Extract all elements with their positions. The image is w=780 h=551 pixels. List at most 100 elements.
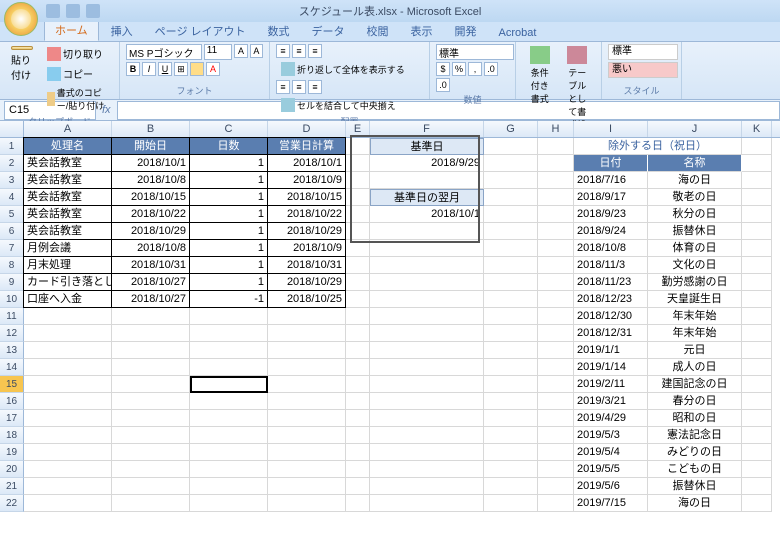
col-header-A[interactable]: A <box>24 121 112 137</box>
cell[interactable] <box>346 223 370 240</box>
merge-center-button[interactable]: セルを結合して中央揃え <box>276 96 401 114</box>
cell[interactable] <box>268 495 346 512</box>
office-button[interactable] <box>4 2 38 36</box>
cell[interactable] <box>484 291 538 308</box>
cell[interactable]: 振替休日 <box>648 223 742 240</box>
cell[interactable]: 2019/1/14 <box>574 359 648 376</box>
cell-style-bad[interactable]: 悪い <box>608 62 678 78</box>
cell[interactable]: 2018/10/22 <box>112 206 190 223</box>
row-header-5[interactable]: 5 <box>0 206 24 223</box>
cell[interactable] <box>268 325 346 342</box>
row-header-21[interactable]: 21 <box>0 478 24 495</box>
cell[interactable] <box>190 376 268 393</box>
tab-2[interactable]: ページ レイアウト <box>145 20 256 41</box>
cell[interactable]: 日付 <box>574 155 648 172</box>
cell[interactable] <box>484 223 538 240</box>
cell[interactable] <box>190 393 268 410</box>
cell[interactable] <box>346 257 370 274</box>
cell[interactable] <box>538 359 574 376</box>
cell[interactable] <box>742 291 772 308</box>
format-painter-button[interactable]: 書式のコピー/貼り付け <box>42 84 113 114</box>
cell[interactable] <box>24 410 112 427</box>
row-header-4[interactable]: 4 <box>0 189 24 206</box>
cell[interactable] <box>742 274 772 291</box>
cell[interactable] <box>742 478 772 495</box>
cell[interactable] <box>484 189 538 206</box>
cell[interactable] <box>742 427 772 444</box>
cell[interactable] <box>742 461 772 478</box>
cell[interactable] <box>346 189 370 206</box>
tab-5[interactable]: 校閲 <box>357 20 399 41</box>
cell[interactable] <box>742 308 772 325</box>
cell[interactable] <box>24 444 112 461</box>
cell[interactable] <box>268 410 346 427</box>
cell[interactable] <box>346 308 370 325</box>
cell[interactable] <box>112 410 190 427</box>
cell[interactable]: 2019/1/1 <box>574 342 648 359</box>
cell[interactable] <box>370 240 484 257</box>
cell[interactable] <box>346 172 370 189</box>
cell[interactable] <box>268 478 346 495</box>
bold-button[interactable]: B <box>126 62 140 76</box>
cell[interactable]: 2018/10/29 <box>112 223 190 240</box>
cell[interactable]: 除外する日（祝日） <box>574 138 742 155</box>
row-header-7[interactable]: 7 <box>0 240 24 257</box>
cell[interactable] <box>24 393 112 410</box>
cell[interactable]: 1 <box>190 274 268 291</box>
cell[interactable] <box>268 427 346 444</box>
cell[interactable] <box>346 427 370 444</box>
cell[interactable]: 英会話教室 <box>24 206 112 223</box>
cell[interactable]: 2019/3/21 <box>574 393 648 410</box>
cell[interactable]: 2018/10/15 <box>268 189 346 206</box>
row-header-2[interactable]: 2 <box>0 155 24 172</box>
wrap-text-button[interactable]: 折り返して全体を表示する <box>276 60 410 78</box>
row-header-1[interactable]: 1 <box>0 138 24 155</box>
cell[interactable] <box>346 206 370 223</box>
tab-7[interactable]: 開発 <box>445 20 487 41</box>
save-icon[interactable] <box>46 4 60 18</box>
cell[interactable]: 1 <box>190 189 268 206</box>
cell[interactable] <box>370 223 484 240</box>
cell[interactable]: 2018/10/9 <box>268 172 346 189</box>
cell[interactable]: 英会話教室 <box>24 155 112 172</box>
col-header-G[interactable]: G <box>484 121 538 137</box>
comma-button[interactable]: , <box>468 62 482 76</box>
cell[interactable] <box>268 376 346 393</box>
cell[interactable]: 2018/10/1 <box>112 155 190 172</box>
cell[interactable] <box>742 257 772 274</box>
cell[interactable]: 2018/9/24 <box>574 223 648 240</box>
cell[interactable]: 2019/5/6 <box>574 478 648 495</box>
cell[interactable] <box>190 308 268 325</box>
cell[interactable] <box>346 274 370 291</box>
cell[interactable] <box>370 478 484 495</box>
cell[interactable]: 2018/10/31 <box>268 257 346 274</box>
decrease-decimal-button[interactable]: .0 <box>436 78 450 92</box>
row-header-12[interactable]: 12 <box>0 325 24 342</box>
cell[interactable] <box>112 376 190 393</box>
cell[interactable] <box>742 189 772 206</box>
cell[interactable]: みどりの日 <box>648 444 742 461</box>
cell[interactable] <box>268 308 346 325</box>
row-header-19[interactable]: 19 <box>0 444 24 461</box>
cell[interactable]: 月末処理 <box>24 257 112 274</box>
cell[interactable] <box>190 444 268 461</box>
cut-button[interactable]: 切り取り <box>42 44 113 63</box>
cell[interactable] <box>370 393 484 410</box>
cell[interactable] <box>112 308 190 325</box>
cell[interactable] <box>268 444 346 461</box>
cell[interactable] <box>346 376 370 393</box>
quick-access-toolbar[interactable] <box>46 4 100 18</box>
cell[interactable] <box>484 172 538 189</box>
cell[interactable]: 海の日 <box>648 495 742 512</box>
cell[interactable] <box>112 461 190 478</box>
cell[interactable]: 月例会議 <box>24 240 112 257</box>
cell[interactable] <box>484 410 538 427</box>
cell[interactable] <box>484 342 538 359</box>
cell[interactable] <box>190 478 268 495</box>
cell[interactable]: 2018/10/22 <box>268 206 346 223</box>
row-header-14[interactable]: 14 <box>0 359 24 376</box>
cell[interactable]: 2018/9/23 <box>574 206 648 223</box>
cell[interactable] <box>112 427 190 444</box>
cell[interactable] <box>24 478 112 495</box>
cell[interactable]: 2018/10/15 <box>112 189 190 206</box>
